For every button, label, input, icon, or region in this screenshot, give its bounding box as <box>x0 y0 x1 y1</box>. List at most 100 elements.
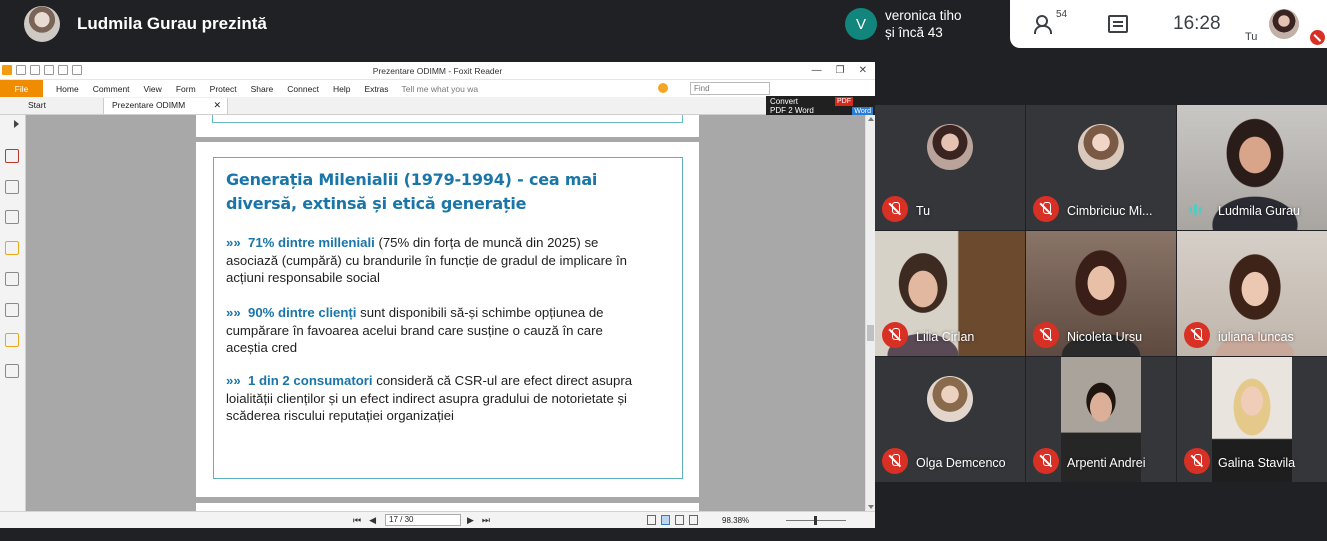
window-buttons: — ❐ ✕ <box>812 65 867 76</box>
bullet-highlight: 90% dintre clienți <box>248 305 357 320</box>
zoom-slider-knob[interactable] <box>814 516 817 525</box>
last-page-icon[interactable]: ⏭ <box>482 515 490 526</box>
speaking-indicator-icon <box>1189 204 1202 215</box>
view-mode-buttons <box>647 515 698 525</box>
bullet-marker: »» <box>226 305 241 320</box>
participant-tile[interactable]: Nicoleta Ursu <box>1026 231 1176 356</box>
participant-name: Cimbriciuc Mi... <box>1067 204 1153 218</box>
document-area: Generația Milenialii (1979-1994) - cea m… <box>0 115 875 511</box>
menu-connect[interactable]: Connect <box>280 84 326 94</box>
participant-tile[interactable]: Olga Demcenco <box>875 357 1025 482</box>
title-bar: Prezentare ODIMM - Foxit Reader — ❐ ✕ <box>0 62 875 80</box>
page-nav-buttons-right: ▶ ⏭ <box>467 515 490 526</box>
minimize-icon[interactable]: — <box>812 65 822 76</box>
current-page: Generația Milenialii (1979-1994) - cea m… <box>196 142 699 497</box>
slide-title: Generația Milenialii (1979-1994) - cea m… <box>226 170 598 213</box>
vertical-scrollbar[interactable] <box>865 115 875 511</box>
participant-tile[interactable]: Galina Stavila <box>1177 357 1327 482</box>
attachment-icon[interactable] <box>5 272 19 286</box>
previous-page <box>196 115 699 137</box>
viewer-avatar: V <box>845 8 877 40</box>
self-avatar[interactable] <box>1269 9 1299 39</box>
menu-extras[interactable]: Extras <box>357 84 395 94</box>
people-icon <box>1034 14 1058 34</box>
participant-grid: Tu Cimbriciuc Mi... Ludmila Gurau Lilia … <box>875 105 1327 483</box>
navigation-panel <box>0 115 26 511</box>
page-nav-buttons: ⏮ ◀ <box>353 515 376 526</box>
participant-tile[interactable]: Arpenti Andrei <box>1026 357 1176 482</box>
bullet-marker: »» <box>226 373 241 388</box>
participant-tile[interactable]: Cimbriciuc Mi... <box>1026 105 1176 230</box>
participants-button[interactable]: 54 <box>1034 9 1067 34</box>
expand-panel-icon[interactable] <box>14 120 19 128</box>
slide-frame: Generația Milenialii (1979-1994) - cea m… <box>213 157 683 479</box>
bullet-3: »» 1 din 2 consumatori consideră că CSR-… <box>226 372 646 425</box>
next-page-icon[interactable]: ▶ <box>467 515 474 526</box>
tab-start[interactable]: Start <box>0 98 104 114</box>
chat-button[interactable] <box>1108 15 1128 33</box>
scroll-thumb[interactable] <box>867 325 874 341</box>
bullet-1: »» 71% dintre milleniali (75% din forța … <box>226 234 646 287</box>
single-page-icon[interactable] <box>647 515 656 525</box>
menu-help[interactable]: Help <box>326 84 357 94</box>
mic-off-icon <box>1033 196 1059 222</box>
comments-icon[interactable] <box>5 241 19 255</box>
first-page-icon[interactable]: ⏮ <box>353 515 361 526</box>
scroll-down-icon[interactable] <box>868 505 874 509</box>
page-number-input[interactable]: 17 / 30 <box>385 514 461 526</box>
bullet-highlight: 1 din 2 consumatori <box>248 373 373 388</box>
layers-icon[interactable] <box>5 364 19 378</box>
find-input[interactable]: Find <box>690 82 770 95</box>
window-title: Prezentare ODIMM - Foxit Reader <box>372 66 503 76</box>
maximize-icon[interactable]: ❐ <box>836 65 845 76</box>
feedback-icon[interactable] <box>658 83 668 93</box>
zoom-slider[interactable] <box>786 516 846 525</box>
bookmark-icon[interactable] <box>5 149 19 163</box>
prev-page-icon[interactable]: ◀ <box>369 515 376 526</box>
mic-off-icon <box>882 196 908 222</box>
mic-off-icon <box>1184 448 1210 474</box>
tell-me-input[interactable]: Tell me what you wa <box>402 84 479 94</box>
participant-tile[interactable]: Tu <box>875 105 1025 230</box>
menu-comment[interactable]: Comment <box>86 84 137 94</box>
bullet-marker: »» <box>226 235 241 250</box>
signature-icon[interactable] <box>5 210 19 224</box>
participant-tile[interactable]: Ludmila Gurau <box>1177 105 1327 230</box>
close-icon[interactable]: ✕ <box>859 65 867 76</box>
tab-start-label: Start <box>28 100 46 110</box>
viewer-chip[interactable]: V veronica tiho și încă 43 <box>838 0 1008 48</box>
lock-icon[interactable] <box>5 333 19 347</box>
participant-name: Tu <box>916 204 931 218</box>
top-right-controls: V veronica tiho și încă 43 54 16:28 Tu <box>838 0 1327 48</box>
menu-protect[interactable]: Protect <box>203 84 244 94</box>
previous-page-frame <box>212 115 683 123</box>
participant-tile[interactable]: Lilia Cirlan <box>875 231 1025 356</box>
menu-view[interactable]: View <box>137 84 169 94</box>
continuous-page-icon[interactable] <box>661 515 670 525</box>
mic-off-icon <box>1033 322 1059 348</box>
tab-prezentare[interactable]: Prezentare ODIMM ✕ <box>104 98 228 114</box>
zoom-level[interactable]: 98.38% <box>722 516 749 525</box>
close-tab-icon[interactable]: ✕ <box>213 100 221 111</box>
participant-name: Arpenti Andrei <box>1067 456 1146 470</box>
scroll-up-icon[interactable] <box>868 117 874 121</box>
presenter-name: Ludmila Gurau prezintă <box>77 14 267 33</box>
menu-home[interactable]: Home <box>49 84 86 94</box>
bullet-2: »» 90% dintre clienți sunt disponibili s… <box>226 304 646 357</box>
continuous-facing-icon[interactable] <box>689 515 698 525</box>
bullet-highlight: 71% dintre milleniali <box>248 235 375 250</box>
mic-off-icon <box>1033 448 1059 474</box>
facing-page-icon[interactable] <box>675 515 684 525</box>
menu-share[interactable]: Share <box>244 84 281 94</box>
pages-icon[interactable] <box>5 180 19 194</box>
convert-pdf-banner[interactable]: Convert PDF 2 Word PDF Word <box>766 96 875 117</box>
file-menu[interactable]: File <box>0 80 43 97</box>
chat-icon <box>1108 15 1128 33</box>
security-icon[interactable] <box>5 303 19 317</box>
convert-line1: Convert <box>770 97 799 106</box>
participant-avatar <box>927 124 973 170</box>
participant-tile[interactable]: iuliana luncas <box>1177 231 1327 356</box>
menu-form[interactable]: Form <box>169 84 203 94</box>
next-page <box>196 503 699 511</box>
participants-count: 54 <box>1056 9 1068 20</box>
